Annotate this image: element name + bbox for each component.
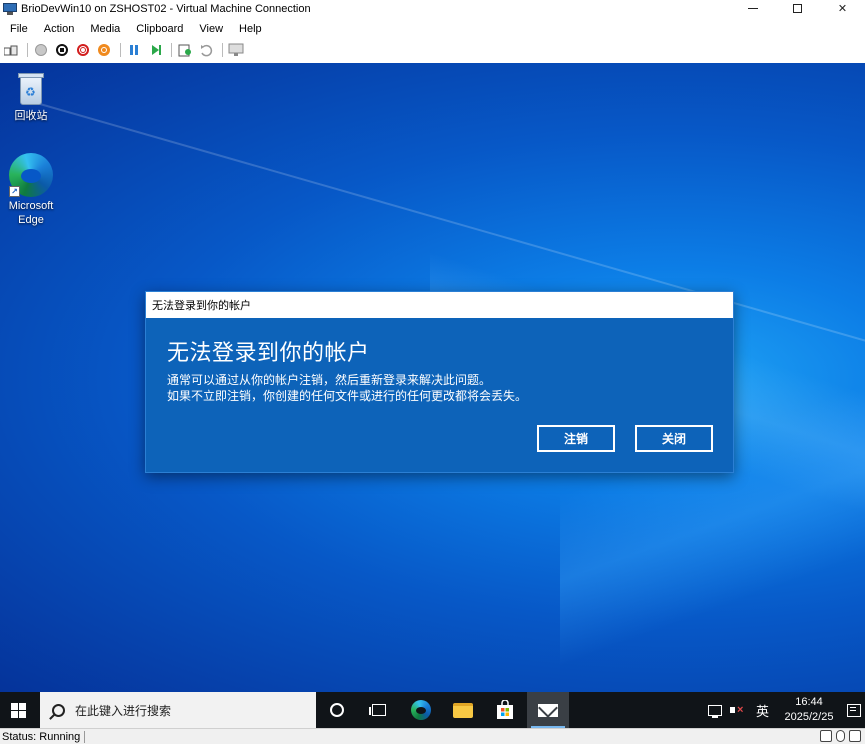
file-explorer-button[interactable] (442, 692, 484, 728)
turn-off-icon (56, 44, 68, 56)
window-titlebar: BrioDevWin10 on ZSHOST02 - Virtual Machi… (0, 0, 865, 17)
ime-indicator[interactable]: 英 (756, 701, 769, 720)
store-icon (497, 700, 513, 719)
start-menu-button[interactable] (0, 692, 36, 728)
taskbar-clock[interactable]: 16:44 2025/2/25 (777, 695, 841, 725)
ctrl-alt-del-icon (4, 45, 18, 56)
toolbar-separator (120, 43, 121, 57)
task-view-button[interactable] (358, 692, 400, 728)
shut-down-button[interactable] (74, 41, 92, 59)
maximize-icon (793, 4, 802, 13)
shortcut-arrow-icon: ↗ (9, 186, 20, 197)
mail-icon (538, 703, 558, 717)
desktop-icon-edge[interactable]: ↗ Microsoft Edge (0, 153, 62, 227)
system-tray: × 英 16:44 2025/2/25 (707, 692, 865, 728)
desktop-icon-label: 回收站 (14, 110, 48, 122)
dialog-message-line: 如果不立即注销，你创建的任何文件或进行的任何更改都将会丢失。 (167, 389, 528, 403)
toolbar (0, 40, 865, 60)
menu-clipboard[interactable]: Clipboard (126, 23, 189, 35)
menu-action[interactable]: Action (34, 23, 81, 35)
menu-media[interactable]: Media (80, 23, 126, 35)
taskbar-search-box[interactable]: 在此键入进行搜索 (40, 692, 316, 728)
save-icon (98, 44, 110, 56)
toolbar-separator (222, 43, 223, 57)
cortana-button[interactable] (316, 692, 358, 728)
network-icon (707, 704, 722, 718)
keyboard-status-icon (820, 730, 832, 742)
windows-logo-icon (10, 702, 26, 718)
dialog-message: 通常可以通过从你的帐户注销，然后重新登录来解决此问题。 如果不立即注销，你创建的… (167, 372, 527, 404)
toolbar-separator (171, 43, 172, 57)
pause-button[interactable] (125, 41, 143, 59)
window-title: BrioDevWin10 on ZSHOST02 - Virtual Machi… (21, 2, 311, 15)
dialog-titlebar: 无法登录到你的帐户 (146, 292, 733, 318)
mouse-status-icon (836, 730, 845, 742)
close-icon: ✕ (837, 3, 848, 15)
pause-icon (130, 45, 138, 55)
sign-out-button[interactable]: 注销 (537, 425, 615, 452)
menu-help[interactable]: Help (229, 23, 268, 35)
dialog-heading: 无法登录到你的帐户 (167, 341, 370, 366)
enhanced-session-button[interactable] (227, 41, 245, 59)
dialog-message-line: 通常可以通过从你的帐户注销，然后重新登录来解决此问题。 (167, 373, 492, 387)
taskbar: 在此键入进行搜索 × 英 16:44 2025/2/25 (0, 692, 865, 728)
clock-date: 2025/2/25 (784, 711, 834, 723)
clock-time: 16:44 (795, 696, 823, 708)
task-view-icon (369, 704, 386, 716)
save-state-button[interactable] (95, 41, 113, 59)
shut-down-icon (77, 44, 89, 56)
network-button[interactable] (707, 704, 722, 718)
lock-status-icon (849, 730, 861, 742)
mail-button[interactable] (527, 692, 569, 728)
file-explorer-icon (453, 702, 473, 718)
enhanced-session-icon (228, 43, 244, 56)
taskbar-edge-button[interactable] (400, 692, 442, 728)
checkpoint-button[interactable] (176, 41, 194, 59)
close-button[interactable]: 关闭 (635, 425, 713, 452)
vm-status: Status: Running (0, 730, 86, 743)
search-placeholder: 在此键入进行搜索 (75, 703, 172, 718)
volume-muted-icon: × (729, 704, 746, 716)
resume-icon (151, 45, 159, 55)
desktop-icon-label: Microsoft Edge (8, 200, 54, 226)
edge-icon (411, 700, 431, 720)
desktop-icon-recycle-bin[interactable]: ♻ 回收站 (0, 71, 62, 123)
volume-button[interactable]: × (729, 704, 746, 716)
store-button[interactable] (484, 692, 526, 728)
minimize-icon (747, 8, 758, 9)
ctrl-alt-del-button[interactable] (2, 41, 20, 59)
vm-connection-icon (3, 2, 17, 15)
minimize-button[interactable] (730, 0, 775, 17)
menu-bar: File Action Media Clipboard View Help (0, 20, 865, 38)
status-bar: Status: Running (0, 728, 865, 744)
menu-file[interactable]: File (0, 23, 34, 35)
checkpoint-icon (178, 44, 191, 57)
toolbar-separator (27, 43, 28, 57)
cortana-icon (330, 703, 344, 717)
revert-icon (201, 44, 213, 57)
sign-in-error-dialog: 无法登录到你的帐户 无法登录到你的帐户 通常可以通过从你的帐户注销，然后重新登录… (145, 291, 734, 473)
notification-center-icon[interactable] (847, 703, 861, 717)
maximize-button[interactable] (775, 0, 820, 17)
turn-off-button[interactable] (53, 41, 71, 59)
menu-view[interactable]: View (189, 23, 229, 35)
start-button[interactable] (32, 41, 50, 59)
close-window-button[interactable]: ✕ (820, 0, 865, 17)
start-icon (35, 44, 47, 56)
revert-button[interactable] (197, 41, 215, 59)
search-icon (52, 703, 65, 717)
recycle-bin-icon: ♻ (16, 71, 46, 107)
resume-button[interactable] (146, 41, 164, 59)
